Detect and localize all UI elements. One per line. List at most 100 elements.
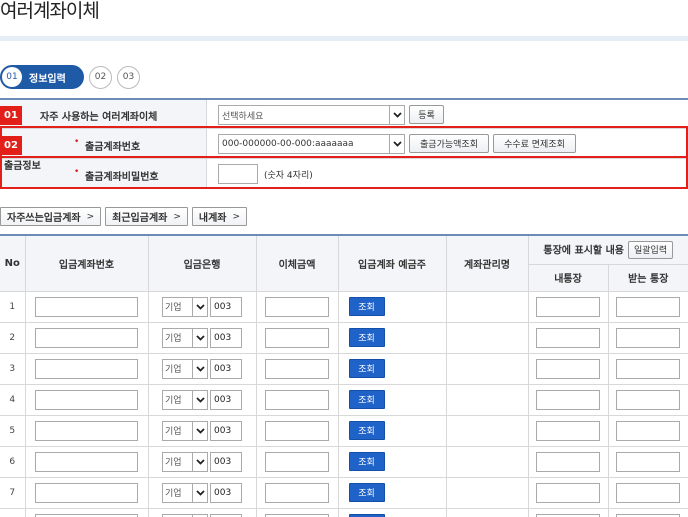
recv-passbook-input[interactable]: [616, 451, 681, 472]
my-passbook-input[interactable]: [536, 358, 600, 379]
deposit-account-input[interactable]: [35, 296, 138, 317]
step-1-label: 정보입력: [29, 73, 66, 85]
bank-code-input[interactable]: 003: [210, 296, 242, 317]
table-row: 4 기업 003 조회: [0, 384, 688, 416]
amount-input[interactable]: [265, 482, 329, 503]
col-mgmt-name: 계좌관리명: [446, 235, 529, 292]
row-number: 7: [0, 477, 26, 509]
recv-passbook-input[interactable]: [616, 296, 681, 317]
recv-passbook-input[interactable]: [616, 358, 681, 379]
favorite-label: 자주 사용하는 여러계좌이체: [40, 112, 158, 123]
deposit-account-input[interactable]: [35, 513, 138, 517]
bank-select[interactable]: 기업: [162, 513, 208, 517]
my-passbook-input[interactable]: [536, 513, 600, 517]
bank-select[interactable]: 기업: [162, 327, 208, 348]
register-button[interactable]: 등록: [409, 105, 444, 124]
chevron-down-icon: [192, 483, 207, 502]
recv-passbook-input[interactable]: [616, 327, 681, 348]
holder-lookup-button[interactable]: 조회: [348, 390, 385, 409]
deposit-account-input[interactable]: [35, 389, 138, 410]
tab-recent-accounts[interactable]: 최근입금계좌 >: [105, 207, 188, 226]
mgmt-name-cell: [446, 508, 529, 517]
step-3: 03: [117, 65, 140, 89]
mgmt-name-cell: [446, 291, 529, 323]
title-divider: [0, 36, 688, 41]
my-passbook-input[interactable]: [536, 420, 600, 441]
holder-lookup-button[interactable]: 조회: [348, 421, 385, 440]
bulk-input-button[interactable]: 일괄입력: [627, 240, 674, 259]
recv-passbook-input[interactable]: [616, 513, 681, 517]
amount-input[interactable]: [265, 389, 329, 410]
mgmt-name-cell: [446, 477, 529, 509]
holder-lookup-button[interactable]: 조회: [348, 483, 385, 502]
bank-select[interactable]: 기업: [162, 420, 208, 441]
bank-code-input[interactable]: 003: [210, 513, 242, 517]
amount-input[interactable]: [265, 451, 329, 472]
tab-favorite-accounts[interactable]: 자주쓰는입금계좌 >: [0, 207, 102, 226]
tab-my-accounts[interactable]: 내계좌 >: [191, 207, 248, 226]
bank-select[interactable]: 기업: [162, 451, 208, 472]
holder-lookup-button[interactable]: 조회: [348, 328, 385, 347]
bank-select[interactable]: 기업: [162, 482, 208, 503]
mgmt-name-cell: [446, 446, 529, 478]
bank-code-input[interactable]: 003: [210, 482, 242, 503]
holder-lookup-button[interactable]: 조회: [348, 297, 385, 316]
my-passbook-input[interactable]: [536, 482, 600, 503]
mgmt-name-cell: [446, 353, 529, 385]
col-passbook-memo: 통장에 표시할 내용 일괄입력: [528, 235, 688, 265]
chevron-right-icon: >: [173, 211, 181, 222]
chevron-right-icon: >: [232, 211, 241, 222]
mgmt-name-cell: [446, 322, 529, 354]
col-deposit-account: 입금계좌번호: [25, 235, 149, 292]
bank-code-input[interactable]: 003: [210, 420, 242, 441]
recv-passbook-input[interactable]: [616, 389, 681, 410]
deposit-account-input[interactable]: [35, 327, 138, 348]
col-no: No: [0, 235, 26, 292]
recv-passbook-input[interactable]: [616, 420, 681, 441]
recv-passbook-input[interactable]: [616, 482, 681, 503]
col-holder: 입금계좌 예금주: [338, 235, 447, 292]
transfer-table: No 입금계좌번호 입금은행 이체금액 입금계좌 예금주 계좌관리명 통장에 표…: [0, 234, 688, 517]
col-my-passbook: 내통장: [528, 264, 609, 292]
amount-input[interactable]: [265, 420, 329, 441]
col-recv-passbook: 받는 통장: [608, 264, 688, 292]
bank-code-input[interactable]: 003: [210, 358, 242, 379]
chevron-down-icon: [192, 421, 207, 440]
favorite-select[interactable]: 선택하세요: [218, 105, 405, 125]
step-1-active: 01 정보입력: [0, 65, 84, 89]
deposit-account-input[interactable]: [35, 451, 138, 472]
chevron-down-icon: [192, 390, 207, 409]
amount-input[interactable]: [265, 296, 329, 317]
amount-input[interactable]: [265, 358, 329, 379]
amount-input[interactable]: [265, 327, 329, 348]
bank-code-input[interactable]: 003: [210, 451, 242, 472]
amount-input[interactable]: [265, 513, 329, 517]
chevron-down-icon: [192, 452, 207, 471]
bank-code-input[interactable]: 003: [210, 327, 242, 348]
my-passbook-input[interactable]: [536, 389, 600, 410]
bank-code-input[interactable]: 003: [210, 389, 242, 410]
mgmt-name-cell: [446, 384, 529, 416]
col-bank: 입금은행: [148, 235, 257, 292]
holder-lookup-button[interactable]: 조회: [348, 359, 385, 378]
deposit-account-input[interactable]: [35, 420, 138, 441]
deposit-account-input[interactable]: [35, 482, 138, 503]
my-passbook-input[interactable]: [536, 327, 600, 348]
row-number: 3: [0, 353, 26, 385]
favorite-select-value: 선택하세요: [222, 111, 264, 122]
my-passbook-input[interactable]: [536, 451, 600, 472]
step-2: 02: [89, 65, 112, 89]
bank-select[interactable]: 기업: [162, 389, 208, 410]
holder-lookup-button[interactable]: 조회: [348, 452, 385, 471]
marker-badge-01: 01: [0, 106, 22, 125]
bank-select[interactable]: 기업: [162, 296, 208, 317]
chevron-down-icon: [192, 359, 207, 378]
chevron-right-icon: >: [86, 211, 95, 222]
table-row: 5 기업 003 조회: [0, 415, 688, 447]
favorite-row: 자주 사용하는 여러계좌이체 선택하세요 등록: [0, 100, 688, 129]
deposit-account-input[interactable]: [35, 358, 138, 379]
table-row: 7 기업 003 조회: [0, 477, 688, 509]
bank-select[interactable]: 기업: [162, 358, 208, 379]
row-number: 5: [0, 415, 26, 447]
my-passbook-input[interactable]: [536, 296, 600, 317]
